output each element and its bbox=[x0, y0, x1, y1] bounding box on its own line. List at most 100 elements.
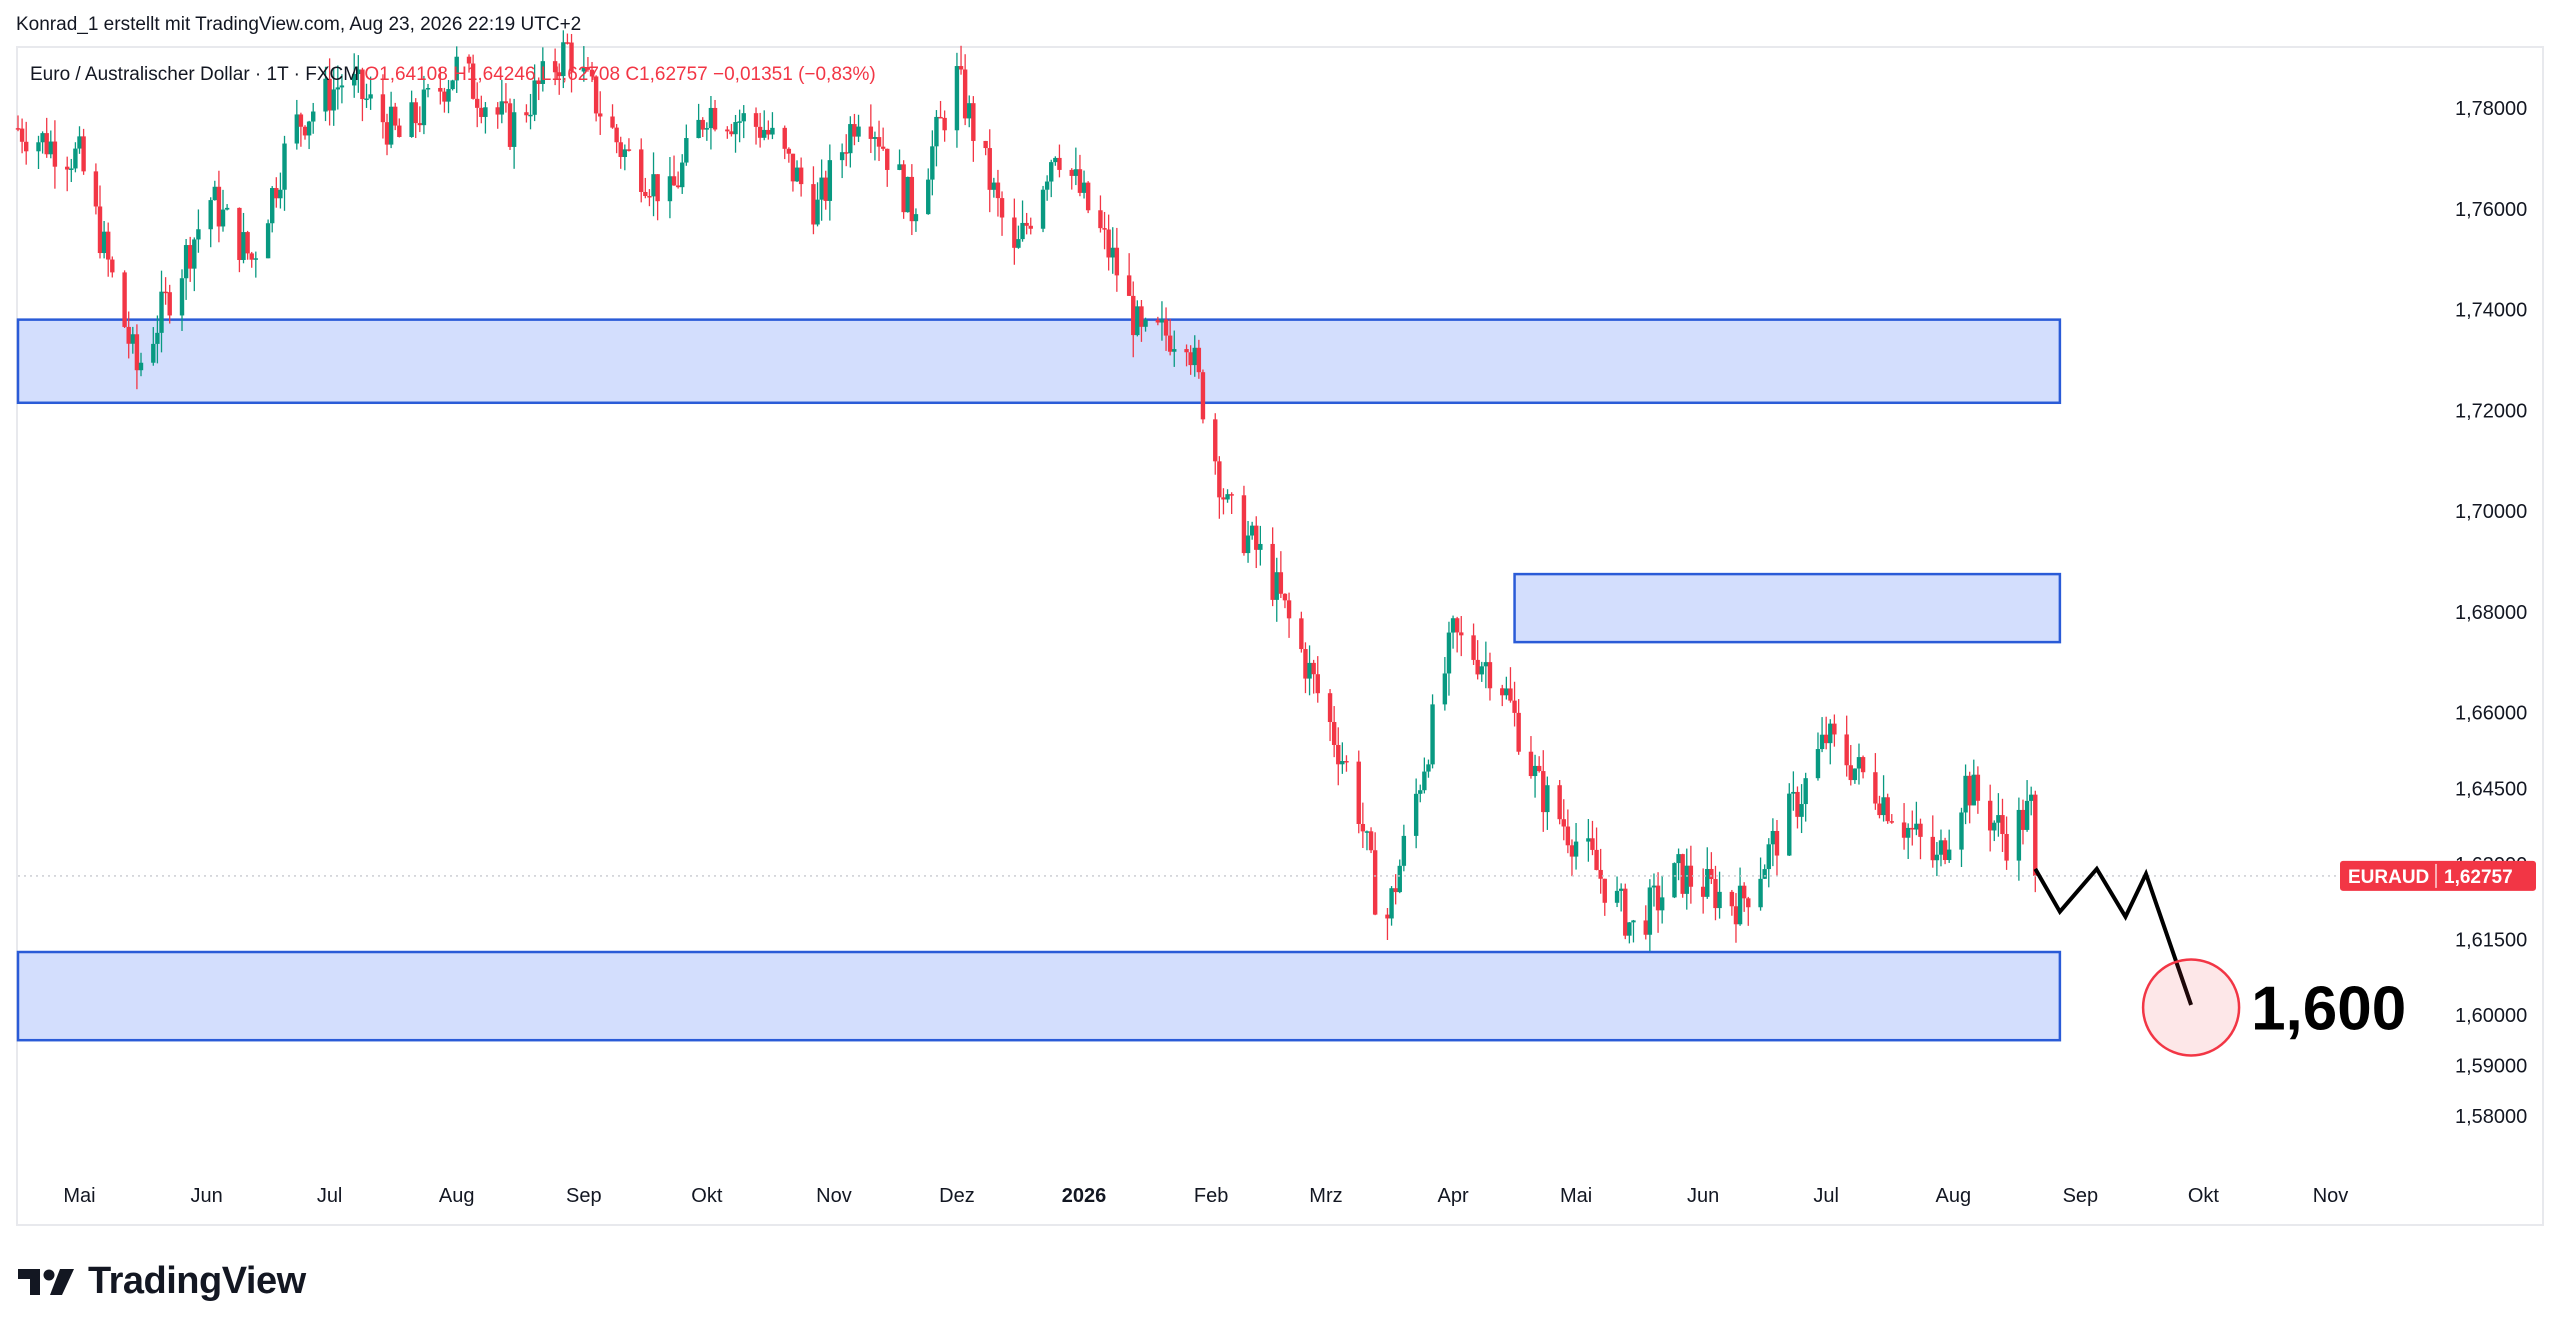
candle bbox=[909, 164, 915, 236]
candle-body bbox=[503, 101, 509, 104]
candle bbox=[1528, 736, 1534, 779]
candle bbox=[1959, 807, 1964, 868]
candle bbox=[1110, 227, 1115, 274]
candle-body bbox=[1504, 688, 1509, 696]
candle bbox=[823, 170, 828, 210]
candle bbox=[1647, 879, 1653, 952]
candle bbox=[1996, 793, 2001, 837]
candle bbox=[651, 152, 656, 217]
candle bbox=[1471, 623, 1476, 665]
candle-body bbox=[819, 177, 824, 200]
candle-body bbox=[762, 129, 767, 138]
candle-body bbox=[138, 362, 144, 371]
candle-body bbox=[1213, 419, 1218, 462]
candle bbox=[69, 158, 74, 183]
candle bbox=[958, 45, 964, 75]
time-tick-label: Okt bbox=[691, 1185, 723, 1207]
target-circle[interactable] bbox=[2141, 958, 2241, 1057]
candle-body bbox=[1819, 734, 1825, 750]
candle-body bbox=[1327, 693, 1333, 723]
candle-body bbox=[495, 107, 500, 115]
candle bbox=[1598, 848, 1603, 894]
candle-body bbox=[1848, 765, 1853, 781]
price-chart[interactable]: 1,600 1,78000 1,76000 1,74000 1,72000 1,7000… bbox=[0, 0, 2560, 1332]
candle bbox=[48, 130, 54, 159]
candle-body bbox=[1733, 906, 1739, 925]
legend-symbol: Euro / Australischer Dollar · 1T · FXCM bbox=[30, 64, 360, 85]
candle bbox=[1705, 847, 1710, 899]
candle-body bbox=[1393, 888, 1398, 893]
candle bbox=[52, 120, 58, 189]
tradingview-logo[interactable]: TradingView bbox=[18, 1260, 306, 1303]
candle-body bbox=[1155, 319, 1161, 323]
candle-body bbox=[24, 141, 29, 152]
candle-body bbox=[1442, 673, 1448, 705]
candle-body bbox=[1672, 863, 1677, 898]
candle-body bbox=[36, 142, 41, 152]
candle-body bbox=[1910, 827, 1915, 830]
candle-body bbox=[438, 87, 443, 92]
candle-body bbox=[753, 113, 759, 127]
candle bbox=[1360, 802, 1366, 849]
candle-body bbox=[598, 113, 603, 117]
candle bbox=[1557, 779, 1562, 825]
candle-body bbox=[65, 166, 70, 170]
zone-2[interactable] bbox=[1513, 572, 2062, 644]
candle-body bbox=[811, 184, 816, 225]
candle-body bbox=[524, 112, 529, 116]
candle-body bbox=[106, 231, 111, 260]
last-price-badge[interactable]: EURAUD 1,62757 bbox=[2340, 860, 2536, 891]
candle bbox=[511, 98, 517, 169]
candle bbox=[811, 166, 816, 235]
candle bbox=[1340, 742, 1345, 774]
candle-body bbox=[1766, 844, 1771, 870]
candle-body bbox=[1459, 632, 1464, 636]
candle-body bbox=[40, 133, 45, 143]
time-tick-label: Feb bbox=[1194, 1185, 1228, 1207]
candle-body bbox=[786, 148, 792, 154]
candle-body bbox=[1278, 572, 1284, 594]
candle-body bbox=[1828, 723, 1833, 744]
candle-body bbox=[1934, 854, 1940, 861]
zone-3[interactable] bbox=[16, 950, 2062, 1042]
candle-body bbox=[1614, 890, 1620, 903]
candle bbox=[19, 118, 25, 154]
candle-body bbox=[237, 207, 242, 260]
candle-body bbox=[1573, 841, 1579, 857]
candle bbox=[1618, 883, 1624, 912]
candle-body bbox=[159, 291, 164, 333]
candle-body bbox=[1889, 821, 1894, 823]
candle bbox=[876, 120, 882, 162]
candle-body bbox=[212, 186, 218, 201]
candle-body bbox=[1102, 228, 1107, 230]
legend-low: L1,62708 bbox=[540, 64, 621, 85]
candle-body bbox=[1077, 169, 1083, 193]
zone-1[interactable] bbox=[16, 318, 2062, 405]
candle-body bbox=[1479, 666, 1484, 675]
candle bbox=[220, 189, 226, 232]
candle-body bbox=[1565, 826, 1571, 846]
candle bbox=[770, 112, 775, 140]
candle-body bbox=[1762, 869, 1767, 879]
candle bbox=[1856, 743, 1862, 785]
candle-body bbox=[901, 164, 906, 213]
candle-body bbox=[844, 152, 849, 154]
candle bbox=[298, 112, 304, 147]
candle-body bbox=[954, 66, 960, 131]
candle bbox=[962, 54, 968, 126]
candle-body bbox=[81, 136, 86, 172]
candle bbox=[1344, 755, 1349, 772]
candle-body bbox=[971, 103, 976, 141]
candle bbox=[1586, 819, 1591, 862]
candle-body bbox=[1737, 885, 1743, 925]
candle-body bbox=[1163, 319, 1169, 336]
candle bbox=[987, 129, 992, 213]
candle bbox=[1385, 907, 1390, 940]
candle bbox=[1442, 657, 1448, 711]
candle bbox=[241, 212, 246, 264]
candle bbox=[1536, 756, 1542, 773]
candle bbox=[188, 236, 193, 282]
candle bbox=[733, 114, 738, 153]
candle bbox=[1651, 873, 1657, 907]
price-axis: 1,78000 1,76000 1,74000 1,72000 1,70000 1,680… bbox=[2340, 98, 2536, 1128]
